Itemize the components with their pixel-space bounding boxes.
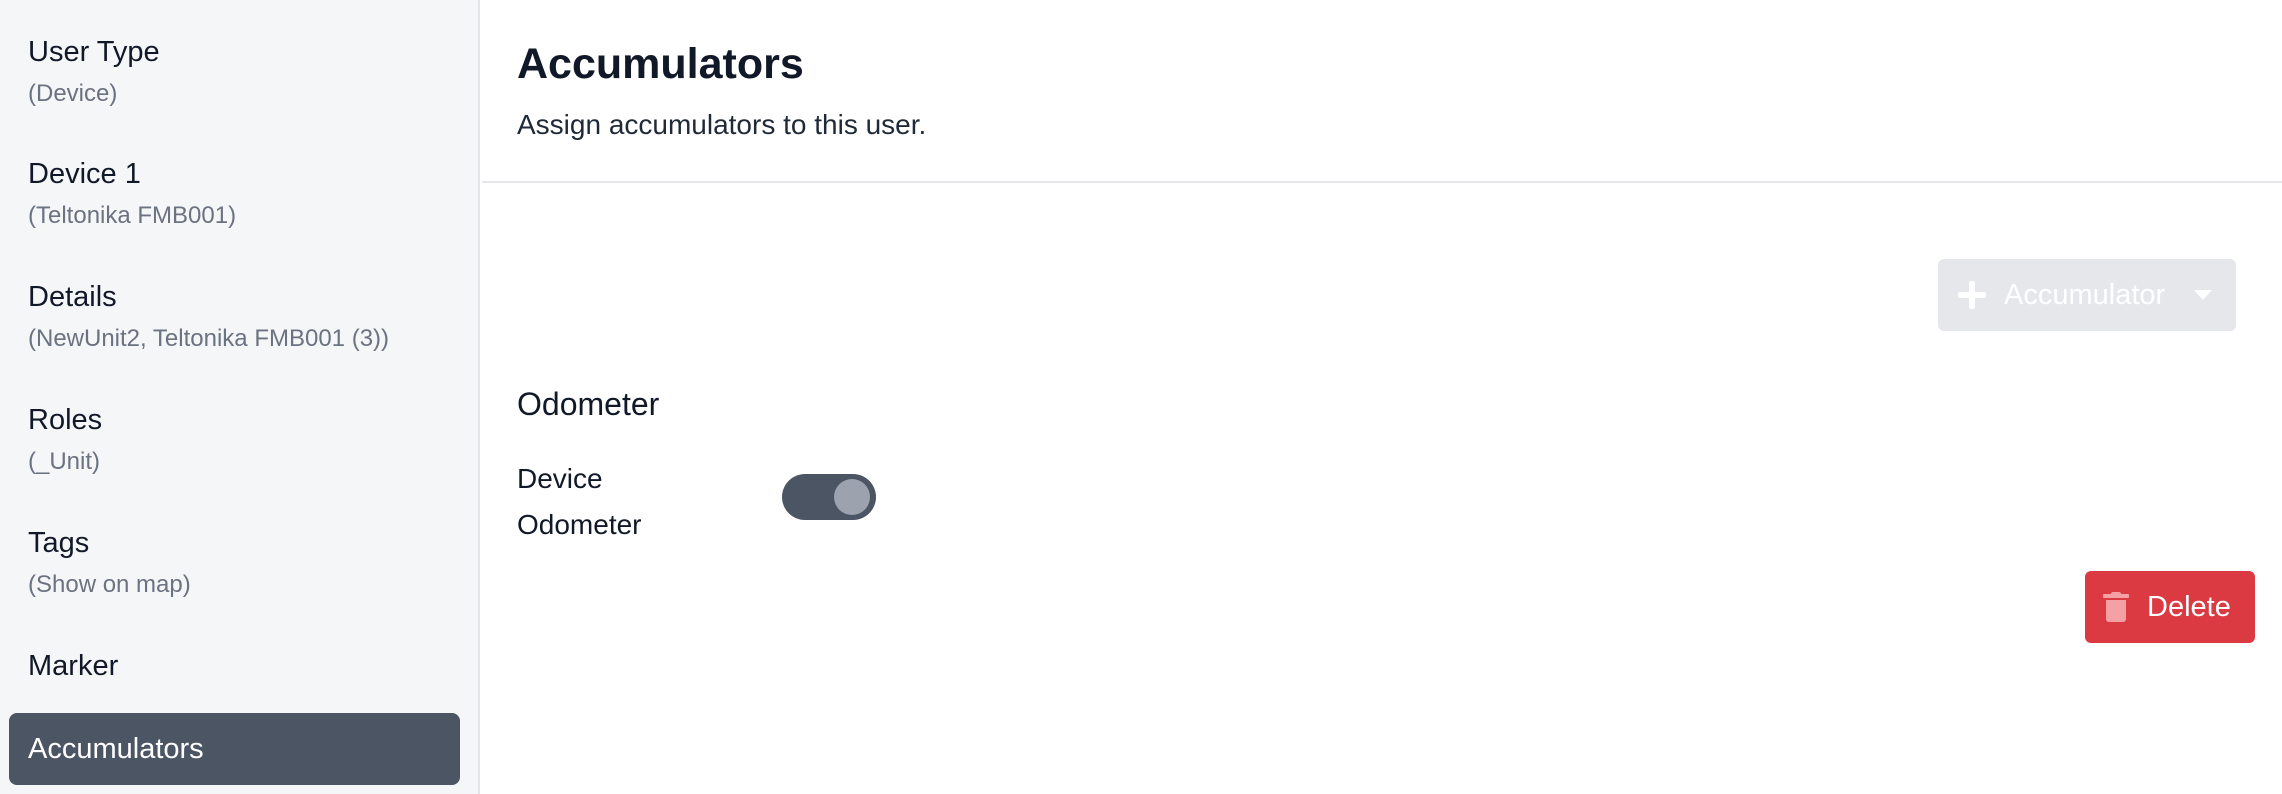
sidebar-item-device-1[interactable]: Device 1 (Teltonika FMB001) [9, 142, 460, 242]
app: User Type (Device) Device 1 (Teltonika F… [0, 0, 2282, 794]
sidebar-item-subtitle: (NewUnit2, Teltonika FMB001 (3)) [28, 325, 390, 352]
sidebar-item-title: Roles [28, 404, 103, 436]
sidebar-item-title: User Type [28, 36, 160, 68]
device-odometer-toggle[interactable] [782, 474, 876, 520]
chevron-down-icon [2194, 290, 2212, 300]
section-title-odometer: Odometer [517, 386, 660, 422]
sidebar-item-roles[interactable]: Roles (_Unit) [9, 388, 460, 488]
delete-button[interactable]: Delete [2085, 571, 2255, 643]
sidebar-item-subtitle: (Teltonika FMB001) [28, 202, 237, 229]
sidebar-item-title: Device 1 [28, 158, 141, 190]
sidebar-item-tags[interactable]: Tags (Show on map) [9, 511, 460, 611]
sidebar-item-subtitle: (Device) [28, 80, 118, 107]
delete-label: Delete [2147, 590, 2231, 623]
sidebar-item-marker[interactable]: Marker [9, 634, 460, 700]
trash-icon [2103, 592, 2129, 622]
page-title: Accumulators [517, 40, 804, 88]
divider [482, 181, 2282, 183]
add-accumulator-button[interactable]: Accumulator [1938, 259, 2236, 331]
sidebar-item-details[interactable]: Details (NewUnit2, Teltonika FMB001 (3)) [9, 265, 460, 365]
sidebar-item-user-type[interactable]: User Type (Device) [9, 20, 460, 120]
page-description: Assign accumulators to this user. [517, 109, 927, 140]
sidebar-item-title: Accumulators [28, 733, 204, 765]
sidebar-item-accumulators[interactable]: Accumulators [9, 713, 460, 785]
main-content: Accumulators Assign accumulators to this… [482, 0, 2282, 794]
toggle-knob [834, 479, 870, 515]
sidebar-item-title: Tags [28, 527, 90, 559]
add-accumulator-label: Accumulator [2004, 278, 2166, 311]
sidebar-item-title: Marker [28, 650, 119, 682]
plus-icon [1958, 281, 1986, 309]
device-odometer-label: Device Odometer [517, 463, 642, 540]
sidebar-item-subtitle: (Show on map) [28, 571, 191, 598]
sidebar: User Type (Device) Device 1 (Teltonika F… [0, 0, 480, 794]
sidebar-item-title: Details [28, 281, 117, 313]
sidebar-item-subtitle: (_Unit) [28, 448, 101, 475]
